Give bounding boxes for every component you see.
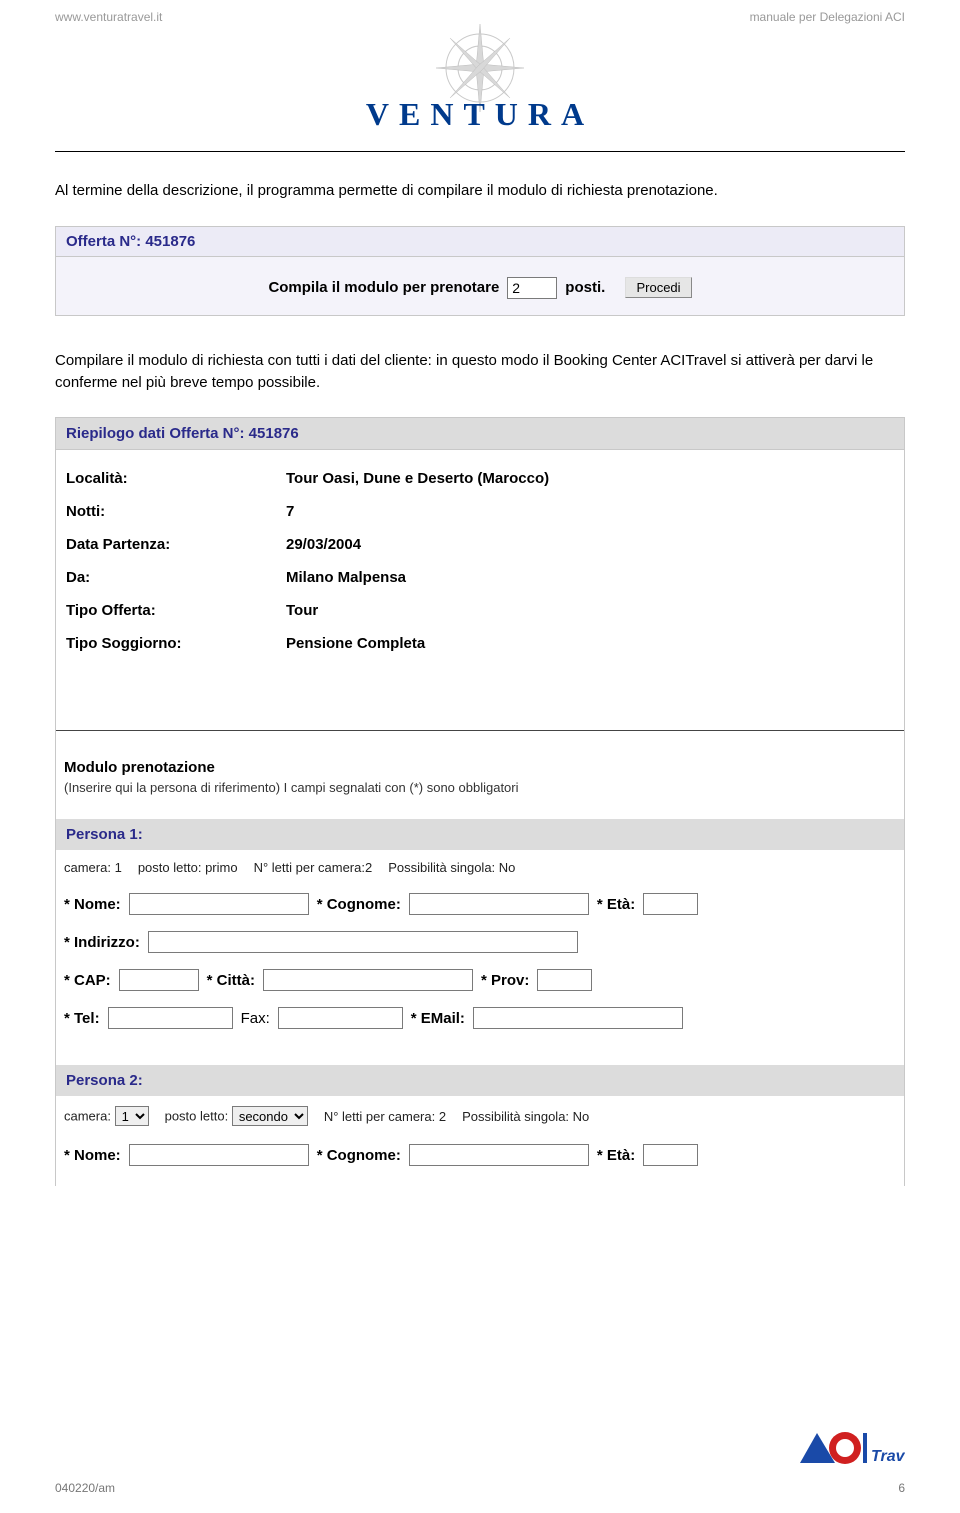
summary-value: Pensione Completa — [286, 635, 425, 652]
summary-value: 29/03/2004 — [286, 536, 361, 553]
procedi-button[interactable]: Procedi — [625, 277, 691, 298]
brand-text: VENTURA — [55, 96, 905, 133]
summary-label: Tipo Offerta: — [66, 602, 286, 619]
posto-value: primo — [205, 860, 238, 875]
summary-value: Tour Oasi, Dune e Deserto (Marocco) — [286, 470, 549, 487]
cognome-label: * Cognome: — [317, 1147, 401, 1164]
summary-value: 7 — [286, 503, 294, 520]
posto-label: posto letto: — [165, 1109, 229, 1124]
camera-label: camera: — [64, 860, 111, 875]
eta-label: * Età: — [597, 896, 635, 913]
camera-select[interactable]: 1 — [115, 1106, 149, 1126]
email-input[interactable] — [473, 1007, 683, 1029]
person1-meta: camera: 1 posto letto: primo N° letti pe… — [56, 850, 904, 885]
citta-input[interactable] — [263, 969, 473, 991]
letti-value: 2 — [365, 860, 372, 875]
fax-label: Fax: — [241, 1010, 270, 1027]
posto-select[interactable]: secondo — [232, 1106, 308, 1126]
summary-label: Da: — [66, 569, 286, 586]
aci-travel-logo: Travel — [795, 1423, 905, 1475]
summary-value: Tour — [286, 602, 318, 619]
summary-row: Tipo Soggiorno:Pensione Completa — [66, 627, 894, 660]
svg-text:Travel: Travel — [871, 1448, 905, 1465]
summary-row: Da:Milano Malpensa — [66, 561, 894, 594]
summary-row: Notti:7 — [66, 495, 894, 528]
email-label: * EMail: — [411, 1010, 465, 1027]
person1-title: Persona 1: — [56, 819, 904, 850]
page-number: 6 — [898, 1481, 905, 1495]
posto-label: posto letto: — [138, 860, 202, 875]
divider — [55, 151, 905, 152]
divider — [56, 730, 904, 731]
paragraph-1: Al termine della descrizione, il program… — [55, 180, 905, 202]
offer-panel: Offerta N°: 451876 Compila il modulo per… — [55, 226, 905, 316]
footer-ref: 040220/am — [55, 1481, 115, 1495]
prov-input[interactable] — [537, 969, 592, 991]
summary-value: Milano Malpensa — [286, 569, 406, 586]
summary-row: Località:Tour Oasi, Dune e Deserto (Maro… — [66, 462, 894, 495]
summary-label: Località: — [66, 470, 286, 487]
camera-value: 1 — [115, 860, 122, 875]
nome-label: * Nome: — [64, 1147, 121, 1164]
fax-input[interactable] — [278, 1007, 403, 1029]
header-right-doc: manuale per Delegazioni ACI — [750, 10, 905, 24]
module-subtitle: (Inserire qui la persona di riferimento)… — [64, 780, 896, 795]
summary-panel: Riepilogo dati Offerta N°: 451876 Locali… — [55, 417, 905, 1186]
eta-input[interactable] — [643, 893, 698, 915]
person2-meta: camera: 1 posto letto: secondo N° letti … — [56, 1096, 904, 1136]
cognome-input-2[interactable] — [409, 1144, 589, 1166]
letti-label: N° letti per camera: — [324, 1109, 435, 1124]
tel-label: * Tel: — [64, 1010, 100, 1027]
nome-input-2[interactable] — [129, 1144, 309, 1166]
singola-label: Possibilità singola: — [462, 1109, 569, 1124]
eta-input-2[interactable] — [643, 1144, 698, 1166]
summary-label: Notti: — [66, 503, 286, 520]
tel-input[interactable] — [108, 1007, 233, 1029]
brand-logo: VENTURA — [55, 18, 905, 133]
citta-label: * Città: — [207, 972, 255, 989]
cognome-input[interactable] — [409, 893, 589, 915]
summary-label: Data Partenza: — [66, 536, 286, 553]
compose-text-post: posti. — [565, 279, 605, 296]
cap-input[interactable] — [119, 969, 199, 991]
offer-title: Offerta N°: 451876 — [56, 227, 904, 257]
summary-row: Tipo Offerta:Tour — [66, 594, 894, 627]
paragraph-2: Compilare il modulo di richiesta con tut… — [55, 350, 905, 394]
nome-input[interactable] — [129, 893, 309, 915]
nome-label: * Nome: — [64, 896, 121, 913]
singola-label: Possibilità singola: — [388, 860, 495, 875]
singola-value: No — [499, 860, 516, 875]
eta-label: * Età: — [597, 1147, 635, 1164]
camera-label: camera: — [64, 1109, 111, 1124]
indirizzo-label: * Indirizzo: — [64, 934, 140, 951]
singola-value: No — [573, 1109, 590, 1124]
prov-label: * Prov: — [481, 972, 529, 989]
person2-title: Persona 2: — [56, 1065, 904, 1096]
posti-input[interactable] — [507, 277, 557, 299]
summary-title: Riepilogo dati Offerta N°: 451876 — [56, 418, 904, 450]
cap-label: * CAP: — [64, 972, 111, 989]
summary-label: Tipo Soggiorno: — [66, 635, 286, 652]
indirizzo-input[interactable] — [148, 931, 578, 953]
letti-label: N° letti per camera: — [254, 860, 365, 875]
module-title: Modulo prenotazione — [64, 759, 896, 776]
header-left-url: www.venturatravel.it — [55, 10, 162, 24]
letti-value: 2 — [439, 1109, 446, 1124]
compose-text-pre: Compila il modulo per prenotare — [268, 279, 499, 296]
cognome-label: * Cognome: — [317, 896, 401, 913]
summary-row: Data Partenza:29/03/2004 — [66, 528, 894, 561]
